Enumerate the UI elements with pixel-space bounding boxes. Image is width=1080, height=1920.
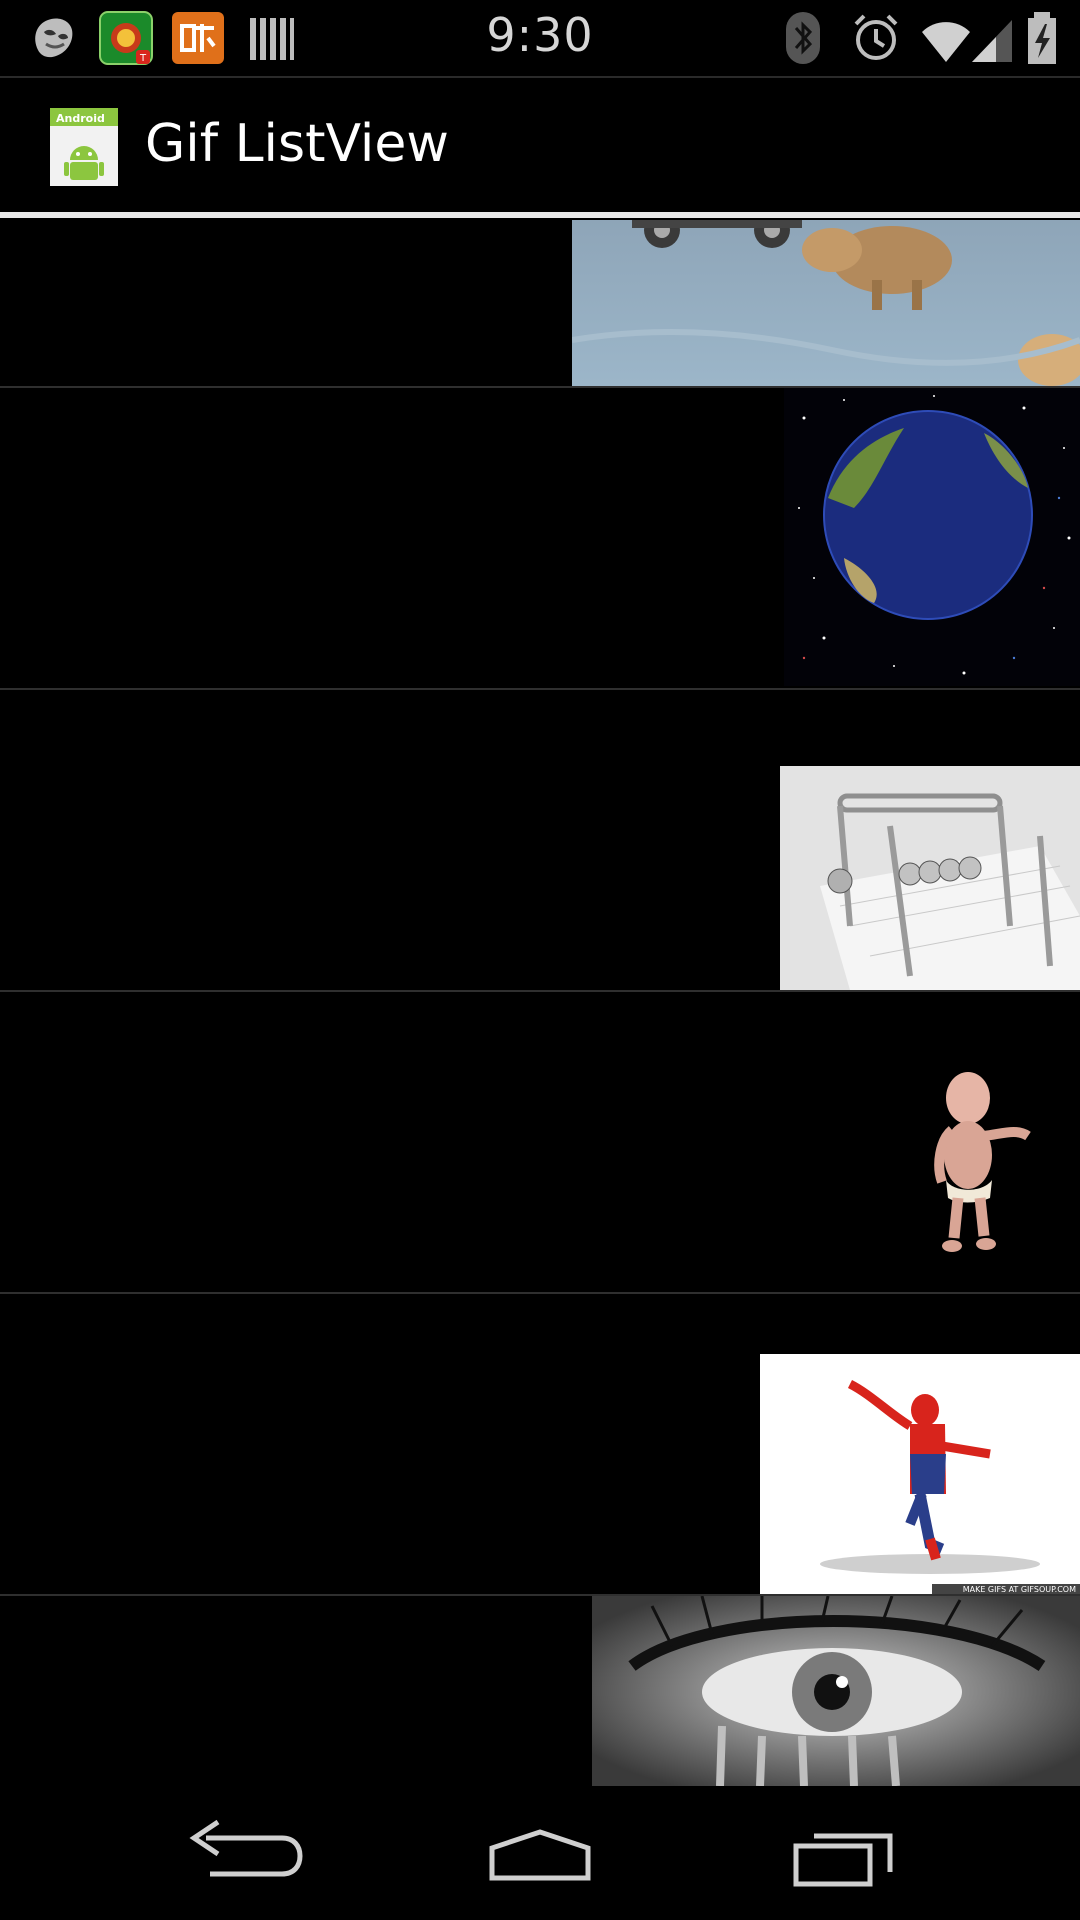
signal-icon xyxy=(972,20,1012,62)
alarm-icon xyxy=(854,14,898,60)
gifsoup-watermark: MAKE GIFS AT GIFSOUP.COM xyxy=(963,1585,1076,1594)
list-item[interactable] xyxy=(0,690,1080,990)
battery-charging-icon xyxy=(1028,12,1056,64)
list-item[interactable] xyxy=(0,218,1080,386)
newtons-cradle-gif xyxy=(780,766,1080,990)
navigation-bar xyxy=(0,1786,1080,1920)
list-item[interactable] xyxy=(0,992,1080,1292)
list-item[interactable]: MAKE GIFS AT GIFSOUP.COM xyxy=(0,1294,1080,1594)
dogs-gif xyxy=(572,220,1080,386)
list-item[interactable] xyxy=(0,1596,1080,1786)
screen: T 9:30 Android Gif ListView MAKE GIFS AT… xyxy=(0,0,1080,1920)
app-title: Gif ListView xyxy=(145,114,449,174)
recents-button[interactable] xyxy=(770,1808,910,1898)
list-item[interactable] xyxy=(0,388,1080,688)
home-button[interactable] xyxy=(470,1808,610,1898)
earth-gif xyxy=(784,388,1080,686)
svg-text:Android: Android xyxy=(56,112,105,125)
android-app-icon: Android xyxy=(50,108,118,186)
spiderman-gif: MAKE GIFS AT GIFSOUP.COM xyxy=(760,1354,1080,1594)
action-bar: Android Gif ListView xyxy=(0,78,1080,212)
bluetooth-icon xyxy=(786,12,820,64)
dancing-baby-gif xyxy=(934,1072,1031,1252)
status-bar: T 9:30 xyxy=(0,0,1080,76)
eye-gif xyxy=(592,1596,1080,1786)
back-button[interactable] xyxy=(170,1808,310,1898)
